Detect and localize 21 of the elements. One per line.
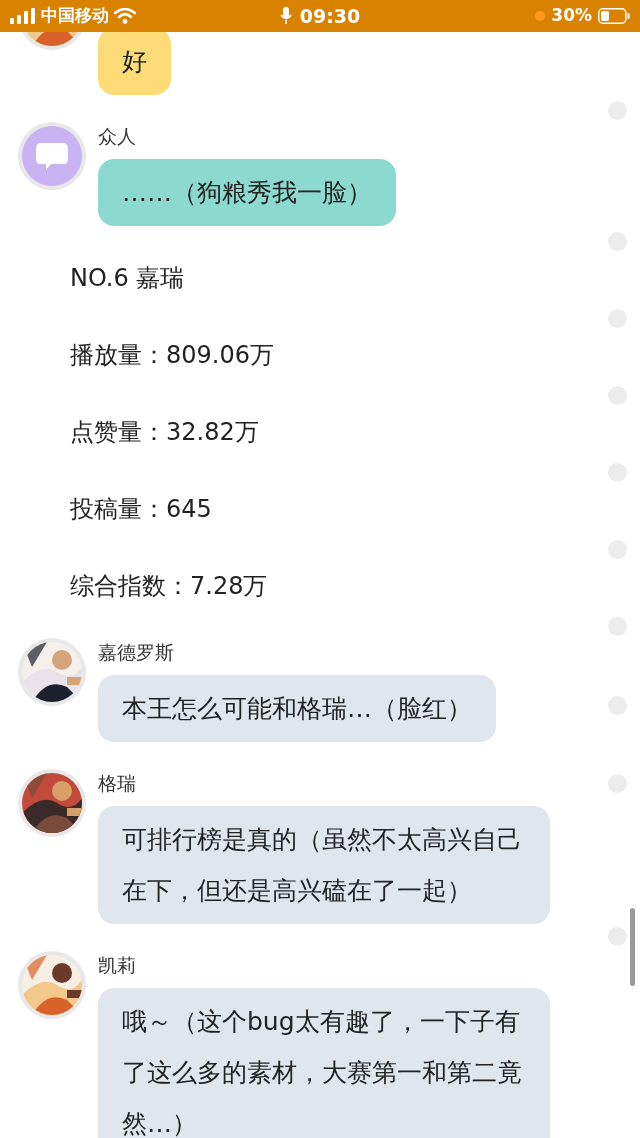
sender-name: 凯莉 [98,953,136,978]
chat-bubble-icon [35,141,69,171]
narration-text: 综合指数：7.28万 [70,571,269,602]
message-bubble: ……（狗粮秀我一脸） [98,159,396,226]
carrier-name: 中国移动 [41,4,109,28]
message-bubble: 可排行榜是真的（虽然不太高兴自己在下，但还是高兴磕在了一起） [98,806,550,924]
message-bubble: 哦～（这个bug太有趣了，一下子有了这么多的素材，大赛第一和第二竟然…） [98,988,550,1138]
narration-text: NO.6 嘉瑞 [70,263,186,294]
sender-name: 众人 [98,124,136,149]
message-bubble: 本王怎么可能和格瑞…（脸红） [98,675,496,742]
wifi-icon [114,8,136,24]
battery-icon [598,8,630,24]
battery-percent: 30% [551,4,592,28]
clock-time: 09:30 [299,3,361,29]
narration-text: 投稿量：645 [70,494,213,525]
signal-icon [10,8,36,24]
microphone-icon [279,7,292,25]
narration-text: 播放量：809.06万 [70,340,275,371]
sender-name: 格瑞 [98,771,136,796]
sender-name: 嘉德罗斯 [98,640,174,665]
narration-text: 点赞量：32.82万 [70,417,260,448]
